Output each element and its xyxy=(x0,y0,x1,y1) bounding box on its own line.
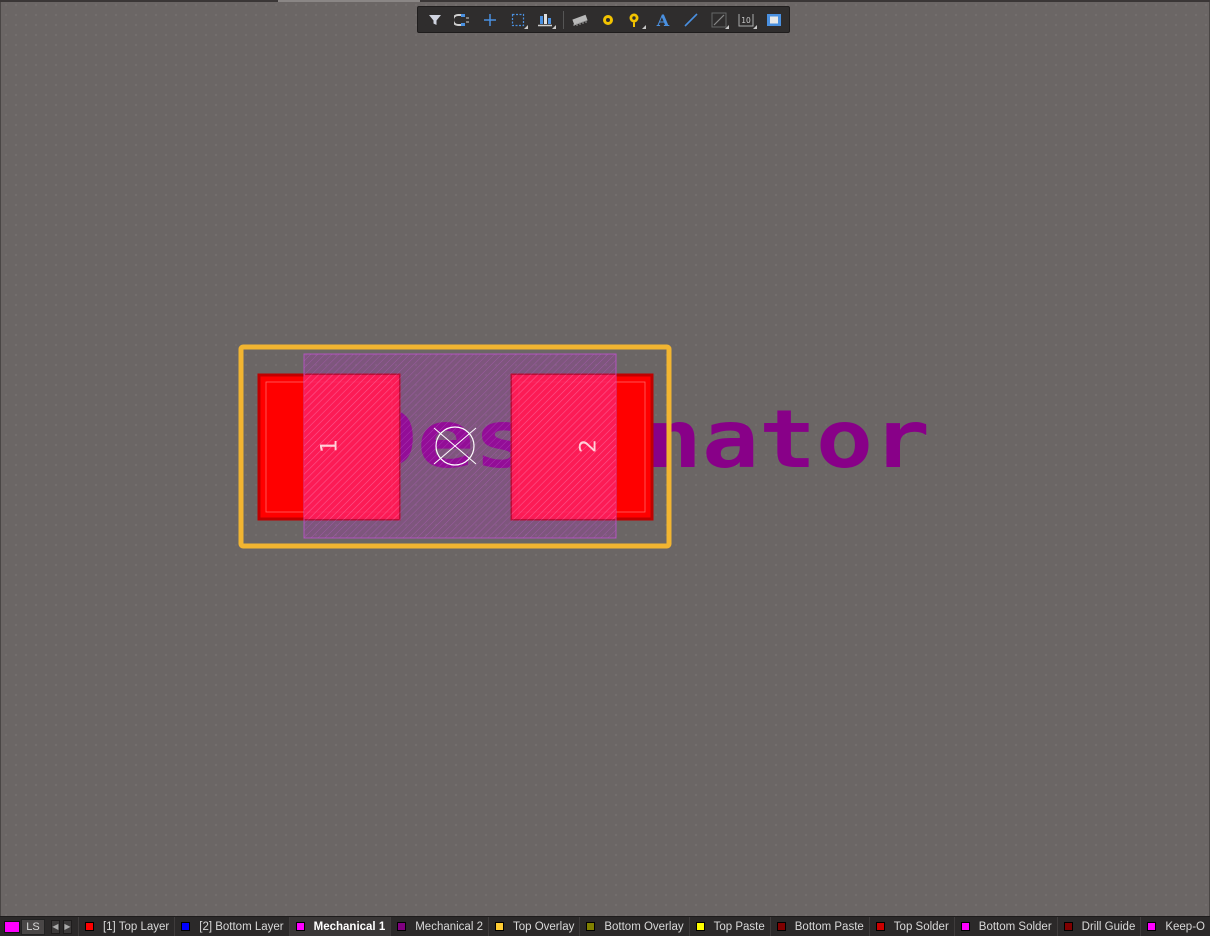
layer-tab[interactable]: Top Overlay xyxy=(487,917,579,936)
layer-tab-label: Mechanical 2 xyxy=(415,920,483,933)
layer-color-swatch xyxy=(494,922,504,931)
filter-icon[interactable] xyxy=(422,9,447,31)
layer-tab-label: Top Solder xyxy=(893,920,949,933)
layer-tab-bar: LS ◀ ▶ [1] Top Layer [2] Bottom Layer Mech… xyxy=(0,916,1210,936)
pad-icon[interactable] xyxy=(595,9,620,31)
pad-1-label: 1 xyxy=(318,439,343,453)
layer-scroll-right-button[interactable]: ▶ xyxy=(62,919,72,934)
pad-2-label: 2 xyxy=(577,439,602,453)
text-icon-glyph: A xyxy=(656,12,670,28)
layer-tab-label: [1] Top Layer xyxy=(102,920,170,933)
layer-tab[interactable]: Top Paste xyxy=(688,917,770,936)
region-icon[interactable] xyxy=(761,9,786,31)
layer-color-swatch xyxy=(776,922,786,931)
select-area-icon[interactable] xyxy=(505,9,530,31)
layer-tab-label: [2] Bottom Layer xyxy=(199,920,284,933)
layer-color-swatch xyxy=(875,922,885,931)
layer-tab-label: Drill Guide xyxy=(1081,920,1136,933)
string-icon-glyph: 10 xyxy=(741,16,751,25)
line-icon[interactable] xyxy=(678,9,703,31)
layer-tab-label: Bottom Solder xyxy=(978,920,1052,933)
component-icon[interactable] xyxy=(567,9,592,31)
layer-tab-label: Bottom Overlay xyxy=(604,920,684,933)
dimension-icon[interactable] xyxy=(706,9,731,31)
layer-color-swatch xyxy=(1063,922,1073,931)
layer-color-swatch xyxy=(695,922,705,931)
layer-tab[interactable]: Bottom Paste xyxy=(769,917,869,936)
toolbar-separator xyxy=(563,10,565,29)
layer-tab-label: Mechanical 1 xyxy=(313,920,386,933)
layer-tab[interactable]: Mechanical 1 xyxy=(288,917,391,936)
layer-tabs: [1] Top Layer [2] Bottom Layer Mechanical … xyxy=(77,917,1210,936)
footprint-view[interactable]: Designator 1 2 xyxy=(0,0,1210,916)
layer-tab-label: Top Paste xyxy=(713,920,765,933)
layer-tab[interactable]: Bottom Overlay xyxy=(579,917,688,936)
layer-color-swatch xyxy=(960,922,970,931)
snap-magnet-icon[interactable] xyxy=(450,9,475,31)
layer-color-swatch xyxy=(397,922,407,931)
current-layer-color-swatch[interactable] xyxy=(4,920,21,933)
layer-tab[interactable]: Top Solder xyxy=(868,917,954,936)
layer-tab-label: Keep-O xyxy=(1165,920,1205,933)
layer-color-swatch xyxy=(1147,922,1157,931)
layer-color-swatch xyxy=(84,922,94,931)
layer-scroll-left-button[interactable]: ◀ xyxy=(50,919,60,934)
layer-tab-label: Top Overlay xyxy=(512,920,575,933)
string-icon[interactable]: 10 xyxy=(734,9,759,31)
align-icon[interactable] xyxy=(533,9,558,31)
text-icon[interactable]: A xyxy=(650,9,675,31)
via-icon[interactable] xyxy=(623,9,648,31)
layer-set-button[interactable]: LS xyxy=(21,918,45,935)
active-bar-toolbar: A 10 xyxy=(417,6,790,33)
layer-color-swatch xyxy=(181,922,191,931)
layer-tab[interactable]: Mechanical 2 xyxy=(390,917,488,936)
layer-tab[interactable]: [1] Top Layer xyxy=(77,917,174,936)
layer-color-swatch xyxy=(295,922,305,931)
layer-tab-label: Bottom Paste xyxy=(794,920,864,933)
layer-tab[interactable]: Drill Guide xyxy=(1056,917,1141,936)
crosshair-icon[interactable] xyxy=(477,9,502,31)
layer-tab[interactable]: [2] Bottom Layer xyxy=(174,917,288,936)
layer-color-swatch xyxy=(586,922,596,931)
layer-tab[interactable]: Keep-O xyxy=(1140,917,1210,936)
layer-tab[interactable]: Bottom Solder xyxy=(953,917,1057,936)
